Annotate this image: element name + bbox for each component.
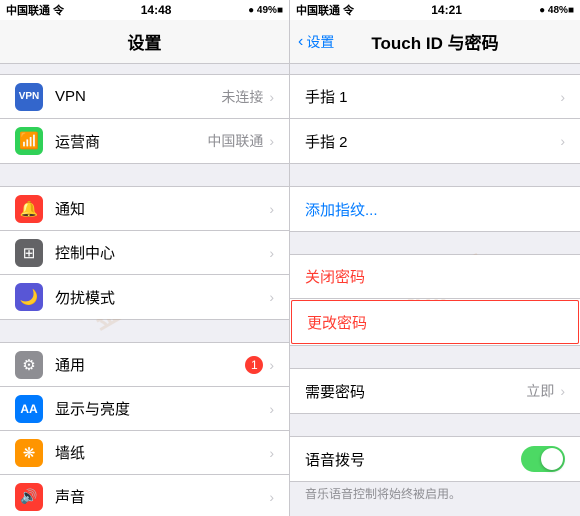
- left-nav-bar: 设置: [0, 20, 289, 64]
- wallpaper-icon: ❋: [15, 439, 43, 467]
- left-scroll-area: 金九数码 VPN VPN 未连接 › 📶 运营商 中国联通 ›: [0, 64, 289, 516]
- dnd-chevron: ›: [269, 289, 274, 305]
- add-fingerprint-label: 添加指纹...: [305, 199, 565, 220]
- finger2-label: 手指 2: [305, 131, 560, 152]
- vpn-icon: VPN: [15, 83, 43, 111]
- notify-icon: 🔔: [15, 195, 43, 223]
- right-voice-subtext: 音乐语音控制将始终被启用。: [290, 482, 580, 509]
- notify-label: 通知: [55, 198, 269, 219]
- right-time: 14:21: [431, 3, 462, 17]
- left-nav-title: 设置: [128, 29, 162, 54]
- general-label: 通用: [55, 354, 245, 375]
- spacer-1: [0, 164, 289, 186]
- general-chevron: ›: [269, 357, 274, 373]
- right-group-passcode: 关闭密码 更改密码: [290, 254, 580, 346]
- right-item-change-passcode[interactable]: 更改密码: [291, 300, 579, 344]
- control-icon: ⊞: [15, 239, 43, 267]
- display-chevron: ›: [269, 401, 274, 417]
- carrier-value: 中国联通: [207, 131, 263, 151]
- left-item-wallpaper[interactable]: ❋ 墙纸 ›: [0, 431, 289, 475]
- right-nav-bar: ‹ 设置 Touch ID 与密码: [290, 20, 580, 64]
- left-item-vpn[interactable]: VPN VPN 未连接 ›: [0, 75, 289, 119]
- sound-chevron: ›: [269, 489, 274, 505]
- left-item-carrier[interactable]: 📶 运营商 中国联通 ›: [0, 119, 289, 163]
- left-group-vpn: VPN VPN 未连接 › 📶 运营商 中国联通 ›: [0, 74, 289, 164]
- dnd-icon: 🌙: [15, 283, 43, 311]
- left-item-sound[interactable]: 🔊 声音 ›: [0, 475, 289, 516]
- right-right-icons: ● 48%■: [539, 5, 574, 16]
- right-item-require[interactable]: 需要密码 立即 ›: [290, 369, 580, 413]
- right-panel: 中国联通 令 14:21 ● 48%■ ‹ 设置 Touch ID 与密码 金九…: [290, 0, 580, 516]
- right-nav-title: Touch ID 与密码: [371, 29, 498, 54]
- right-group-require-passcode: 需要密码 立即 ›: [290, 368, 580, 414]
- voice-dial-toggle[interactable]: [521, 446, 565, 472]
- right-content: 手指 1 › 手指 2 › 添加指纹... 关闭密码: [290, 64, 580, 516]
- finger1-chevron: ›: [560, 89, 565, 105]
- change-passcode-label: 更改密码: [307, 312, 563, 333]
- require-value: 立即: [526, 381, 554, 401]
- dnd-label: 勿扰模式: [55, 287, 269, 308]
- general-badge: 1: [245, 356, 263, 374]
- right-item-add-fingerprint[interactable]: 添加指纹...: [290, 187, 580, 231]
- voice-dial-label: 语音拨号: [305, 449, 521, 470]
- right-nav-back[interactable]: ‹ 设置: [298, 32, 334, 52]
- left-item-control[interactable]: ⊞ 控制中心 ›: [0, 231, 289, 275]
- right-item-finger1[interactable]: 手指 1 ›: [290, 75, 580, 119]
- right-group-allow-access: 语音拨号: [290, 436, 580, 482]
- back-label: 设置: [306, 32, 334, 52]
- carrier-label: 运营商: [55, 131, 207, 152]
- vpn-chevron: ›: [269, 89, 274, 105]
- sound-icon: 🔊: [15, 483, 43, 511]
- right-spacer-4: [290, 414, 580, 436]
- right-carrier: 中国联通 令: [296, 2, 354, 18]
- back-chevron-icon: ‹: [298, 33, 303, 51]
- control-label: 控制中心: [55, 242, 269, 263]
- right-scroll-area: 金九数码 手指 1 › 手指 2 › 添加指纹...: [290, 64, 580, 516]
- left-right-icons: ● 49%■: [248, 5, 283, 16]
- right-group-add-finger: 添加指纹...: [290, 186, 580, 232]
- display-label: 显示与亮度: [55, 398, 269, 419]
- require-chevron: ›: [560, 383, 565, 399]
- left-time: 14:48: [141, 3, 172, 17]
- spacer-2: [0, 320, 289, 342]
- wallpaper-label: 墙纸: [55, 442, 269, 463]
- left-panel: 中国联通 令 14:48 ● 49%■ 设置 金九数码 VPN VPN 未连接 …: [0, 0, 290, 516]
- right-status-bar: 中国联通 令 14:21 ● 48%■: [290, 0, 580, 20]
- left-item-dnd[interactable]: 🌙 勿扰模式 ›: [0, 275, 289, 319]
- vpn-value: 未连接: [221, 87, 263, 107]
- finger2-chevron: ›: [560, 133, 565, 149]
- left-carrier: 中国联通 令: [6, 2, 64, 18]
- left-content: VPN VPN 未连接 › 📶 运营商 中国联通 › 🔔 通知: [0, 64, 289, 516]
- right-item-turn-off-passcode[interactable]: 关闭密码: [290, 255, 580, 299]
- right-spacer-2: [290, 232, 580, 254]
- control-chevron: ›: [269, 245, 274, 261]
- left-item-general[interactable]: ⚙ 通用 1 ›: [0, 343, 289, 387]
- finger1-label: 手指 1: [305, 86, 560, 107]
- vpn-label: VPN: [55, 88, 221, 105]
- turn-off-passcode-label: 关闭密码: [305, 266, 565, 287]
- left-item-display[interactable]: AA 显示与亮度 ›: [0, 387, 289, 431]
- left-status-bar: 中国联通 令 14:48 ● 49%■: [0, 0, 289, 20]
- right-spacer-3: [290, 346, 580, 368]
- right-item-voice-dial[interactable]: 语音拨号: [290, 437, 580, 481]
- right-group-fingers: 手指 1 › 手指 2 ›: [290, 74, 580, 164]
- right-section-header: 锁定时允许访问:: [290, 509, 580, 516]
- general-icon: ⚙: [15, 351, 43, 379]
- left-item-notify[interactable]: 🔔 通知 ›: [0, 187, 289, 231]
- notify-chevron: ›: [269, 201, 274, 217]
- display-icon: AA: [15, 395, 43, 423]
- right-spacer-1: [290, 164, 580, 186]
- left-group-settings: ⚙ 通用 1 › AA 显示与亮度 › ❋ 墙纸 › 🔊 声音: [0, 342, 289, 516]
- right-item-finger2[interactable]: 手指 2 ›: [290, 119, 580, 163]
- sound-label: 声音: [55, 486, 269, 507]
- carrier-icon: 📶: [15, 127, 43, 155]
- left-group-notify: 🔔 通知 › ⊞ 控制中心 › 🌙 勿扰模式 ›: [0, 186, 289, 320]
- require-label: 需要密码: [305, 381, 526, 402]
- carrier-chevron: ›: [269, 133, 274, 149]
- wallpaper-chevron: ›: [269, 445, 274, 461]
